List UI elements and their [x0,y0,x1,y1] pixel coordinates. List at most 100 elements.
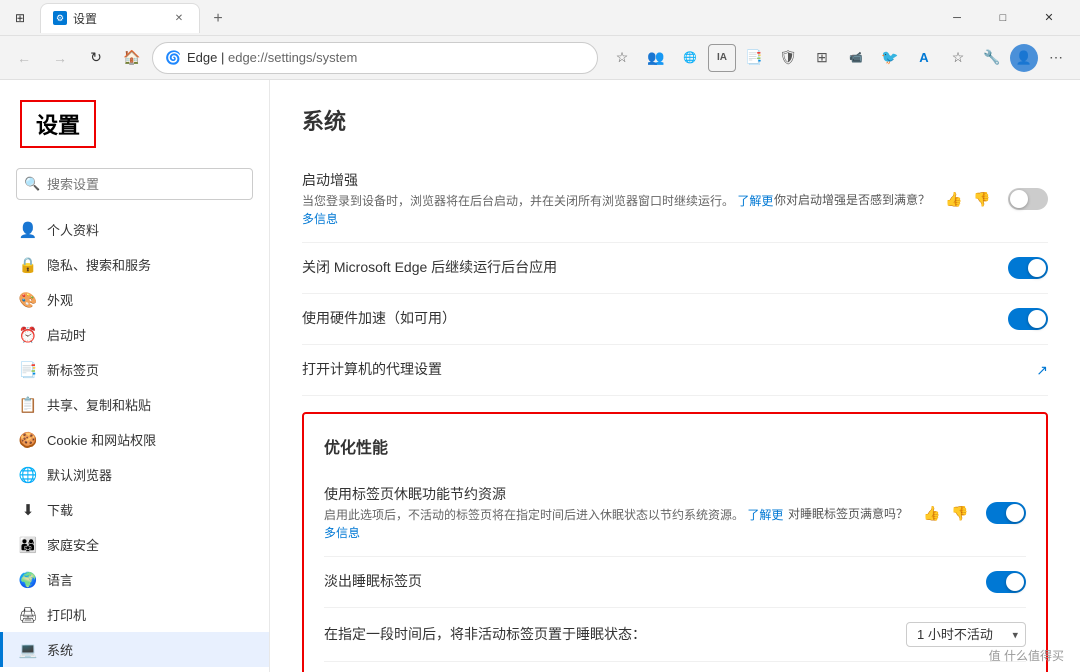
sidebar-title-box: 设置 [20,100,96,148]
profile-icon[interactable]: 👤 [1010,44,1038,72]
collections-icon[interactable]: 👥 [640,42,672,74]
tab-title: 设置 [73,10,165,27]
proxy-external-link-icon[interactable]: ↗ [1036,362,1048,379]
startup-boost-control: 你对启动增强是否感到满意？ 👍 👎 [774,187,1048,211]
thumbs-down-btn-sleeping[interactable]: 👎 [948,501,972,525]
sleeping-tabs-desc-text: 启用此选项后，不活动的标签页将在指定时间后进入休眠状态以节约系统资源。 [324,508,744,522]
maximize-button[interactable]: □ [980,0,1026,36]
sidebar-title: 设置 [36,113,80,138]
edge-a-icon[interactable]: A [908,42,940,74]
sleeping-tabs-label: 使用标签页休眠功能节约资源 [324,484,788,504]
forward-button[interactable]: → [44,42,76,74]
favorites-icon[interactable]: ☆ [606,42,638,74]
startup-boost-label: 启动增强 [302,170,774,190]
fade-sleeping-row: 淡出睡眠标签页 [324,557,1026,608]
sidebar-item-downloads[interactable]: ⬇ 下载 [0,492,269,527]
sidebar-item-reset[interactable]: 🔄 重置设置 [0,667,269,672]
sidebar-item-newtab[interactable]: 📑 新标签页 [0,352,269,387]
sleeping-tabs-toggle[interactable] [986,502,1026,524]
startup-boost-row: 启动增强 当您登录到设备时，浏览器将在后台启动，并在关闭所有浏览器窗口时继续运行… [302,156,1048,243]
watermark-text: 值 什么值得买 [989,647,1064,664]
tools-icon[interactable]: 🔧 [976,42,1008,74]
sidebar-item-defaultbrowser[interactable]: 🌐 默认浏览器 [0,457,269,492]
sleeping-tabs-control: 对睡眠标签页满意吗？ 👍 👎 [788,501,1026,525]
startup-boost-info: 启动增强 当您登录到设备时，浏览器将在后台启动，并在关闭所有浏览器窗口时继续运行… [302,170,774,228]
read-aloud-icon[interactable]: 📑 [738,42,770,74]
tab-favicon: ⚙ [53,11,67,25]
address-path: edge://settings/system [228,50,357,65]
sidebar-item-share[interactable]: 📋 共享、复制和粘贴 [0,387,269,422]
thumbs-up-btn-sleeping[interactable]: 👍 [920,501,944,525]
sleeping-tabs-row: 使用标签页休眠功能节约资源 启用此选项后，不活动的标签页将在指定时间后进入休眠状… [324,470,1026,557]
sidebar-item-privacy[interactable]: 🔒 隐私、搜索和服务 [0,247,269,282]
shield-icon[interactable]: 🛡 [772,42,804,74]
hardware-accel-toggle[interactable] [1008,308,1048,330]
family-nav-icon: 👨‍👩‍👧 [19,536,37,554]
sidebar-item-label-defaultbrowser: 默认浏览器 [47,465,112,484]
ia-icon[interactable]: IA [708,44,736,72]
sidebar-item-family[interactable]: 👨‍👩‍👧 家庭安全 [0,527,269,562]
startup-boost-desc: 当您登录到设备时，浏览器将在后台启动，并在关闭所有浏览器窗口时继续运行。 了解更… [302,192,774,228]
sidebar-item-language[interactable]: 🌍 语言 [0,562,269,597]
address-text: Edge | edge://settings/system [187,50,357,65]
window-menu-btn[interactable]: ⊞ [8,6,32,30]
inactive-time-select[interactable]: 1 小时不活动 30 分钟不活动 2 小时不活动 3 小时不活动 [906,622,1026,647]
twitter-icon[interactable]: 🐦 [874,42,906,74]
apps-icon[interactable]: ⊞ [806,42,838,74]
inactive-time-control: 1 小时不活动 30 分钟不活动 2 小时不活动 3 小时不活动 [906,622,1026,647]
close-background-toggle[interactable] [1008,257,1048,279]
downloads-nav-icon: ⬇ [19,501,37,519]
sidebar-item-cookies[interactable]: 🍪 Cookie 和网站权限 [0,422,269,457]
tab-bar: ⚙ 设置 ✕ + [40,3,926,33]
address-separator: | [217,50,228,65]
sidebar-item-label-appearance: 外观 [47,290,73,309]
fade-sleeping-toggle[interactable] [986,571,1026,593]
sidebar-item-label-startup: 启动时 [47,325,86,344]
inactive-time-label: 在指定一段时间后，将非活动标签页置于睡眠状态： [324,624,886,644]
optimization-section-title: 优化性能 [324,434,1026,458]
sidebar-item-label-downloads: 下载 [47,500,73,519]
active-tab[interactable]: ⚙ 设置 ✕ [40,3,200,33]
fade-sleeping-label: 淡出睡眠标签页 [324,571,886,591]
printer-nav-icon: 🖨 [19,606,37,624]
back-button[interactable]: ← [8,42,40,74]
address-bar[interactable]: 🌀 Edge | edge://settings/system [152,42,598,74]
more-icon[interactable]: ⋯ [1040,42,1072,74]
hardware-accel-toggle-thumb [1028,310,1046,328]
window-controls-left: ⊞ [8,6,32,30]
sidebar-item-printer[interactable]: 🖨 打印机 [0,597,269,632]
content-area: 设置 🔍 👤 个人资料 🔒 隐私、搜索和服务 [0,80,1080,672]
home-button[interactable]: 🏠 [116,42,148,74]
sidebar-item-profile[interactable]: 👤 个人资料 [0,212,269,247]
translate-icon[interactable]: 🌐 [674,42,706,74]
search-input[interactable] [16,168,253,200]
startup-satisfaction-label: 你对启动增强是否感到满意？ [774,191,930,208]
optimization-box: 优化性能 使用标签页休眠功能节约资源 启用此选项后，不活动的标签页将在指定时间后… [302,412,1048,672]
hardware-accel-label: 使用硬件加速（如可用） [302,308,899,328]
share-nav-icon: 📋 [19,396,37,414]
watermark: 值 什么值得买 [989,647,1064,664]
never-sleep-row: 从不让这些站点进入睡眠状态 添加 未添加站点 [324,662,1026,672]
search-wrapper: 🔍 [16,168,253,200]
hardware-accel-info: 使用硬件加速（如可用） [302,308,899,330]
sleeping-tabs-desc: 启用此选项后，不活动的标签页将在指定时间后进入休眠状态以节约系统资源。 了解更多… [324,506,788,542]
startup-nav-icon: ⏰ [19,326,37,344]
sidebar-item-system[interactable]: 💻 系统 [0,632,269,667]
refresh-button[interactable]: ↻ [80,42,112,74]
new-tab-button[interactable]: + [204,5,232,33]
thumbs-down-btn-startup[interactable]: 👎 [970,187,994,211]
sidebar-item-label-system: 系统 [47,640,73,659]
star-icon[interactable]: ☆ [942,42,974,74]
sidebar-search-container: 🔍 [16,168,253,200]
sidebar-item-appearance[interactable]: 🎨 外观 [0,282,269,317]
sidebar-item-startup[interactable]: ⏰ 启动时 [0,317,269,352]
startup-boost-toggle[interactable] [1008,188,1048,210]
tab-close-btn[interactable]: ✕ [171,10,187,26]
close-button[interactable]: ✕ [1026,0,1072,36]
sidebar-item-label-privacy: 隐私、搜索和服务 [47,255,151,274]
address-brand: Edge [187,50,217,65]
thumbs-up-btn-startup[interactable]: 👍 [942,187,966,211]
hardware-accel-control [1008,308,1048,330]
video-icon[interactable]: 📹 [840,42,872,74]
minimize-button[interactable]: ─ [934,0,980,36]
